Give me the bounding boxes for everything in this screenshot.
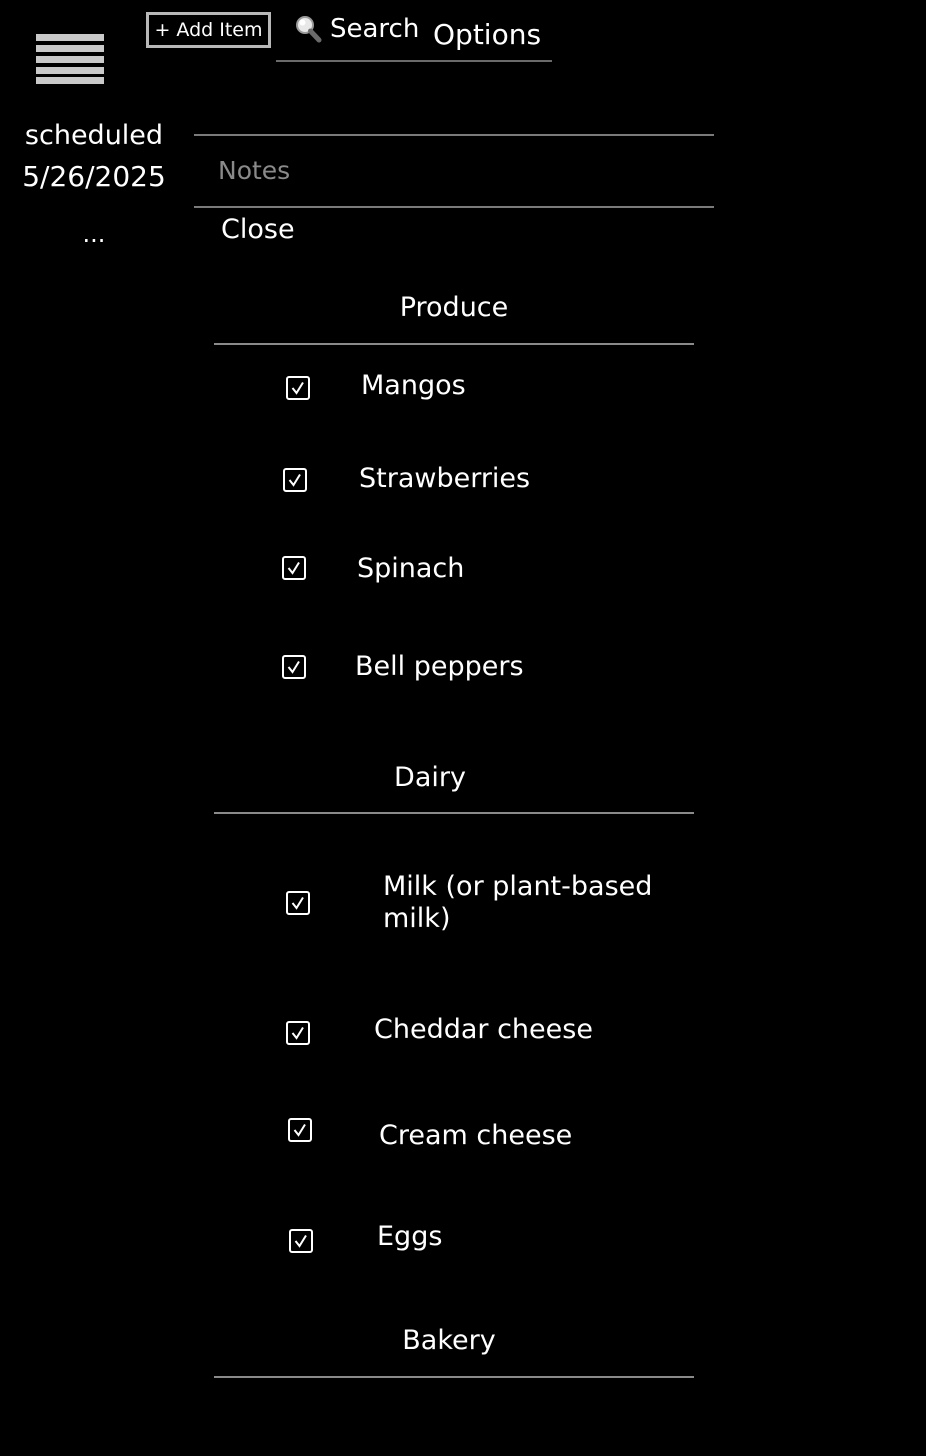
item-checkbox[interactable] — [289, 1229, 313, 1253]
magnifier-icon — [294, 14, 322, 44]
item-label: Eggs — [377, 1221, 443, 1252]
checkmark-icon — [294, 1234, 307, 1248]
item-checkbox[interactable] — [286, 376, 310, 400]
item-label: Milk (or plant-based milk) — [383, 871, 653, 934]
item-label: Strawberries — [359, 463, 531, 494]
hamburger-icon — [36, 34, 104, 84]
category-divider — [214, 812, 694, 814]
menu-button[interactable] — [36, 34, 104, 84]
checkmark-icon — [293, 1123, 306, 1137]
add-item-button[interactable]: + Add Item — [146, 12, 271, 48]
schedule-date: 5/26/2025 — [22, 160, 166, 193]
checkmark-icon — [291, 1026, 304, 1040]
notes-input[interactable] — [218, 150, 688, 190]
checkmark-icon — [287, 561, 300, 575]
item-label: Mangos — [361, 370, 466, 401]
category-title-bakery: Bakery — [402, 1325, 496, 1356]
item-checkbox[interactable] — [283, 468, 307, 492]
category-title-dairy: Dairy — [394, 762, 466, 793]
checkmark-icon — [288, 473, 301, 487]
category-divider — [214, 1376, 694, 1378]
checkmark-icon — [291, 381, 304, 395]
options-button[interactable]: Options — [433, 18, 541, 51]
search-label[interactable]: Search — [330, 14, 419, 44]
schedule-label: scheduled — [24, 120, 164, 151]
search-bar[interactable]: Search Options — [276, 10, 552, 62]
category-divider — [214, 343, 694, 345]
item-checkbox[interactable] — [286, 1021, 310, 1045]
category-title-produce: Produce — [399, 292, 509, 323]
checkmark-icon — [291, 896, 304, 910]
item-checkbox[interactable] — [288, 1118, 312, 1142]
item-checkbox[interactable] — [286, 891, 310, 915]
item-checkbox[interactable] — [282, 655, 306, 679]
item-label: Bell peppers — [355, 651, 524, 682]
item-label: Cheddar cheese — [374, 1014, 593, 1045]
item-label: Spinach — [357, 553, 465, 584]
more-button[interactable]: ... — [0, 220, 188, 248]
close-button[interactable]: Close — [221, 214, 295, 245]
item-label: Cream cheese — [379, 1120, 573, 1151]
notes-field — [194, 134, 714, 208]
checkmark-icon — [287, 660, 300, 674]
item-checkbox[interactable] — [282, 556, 306, 580]
